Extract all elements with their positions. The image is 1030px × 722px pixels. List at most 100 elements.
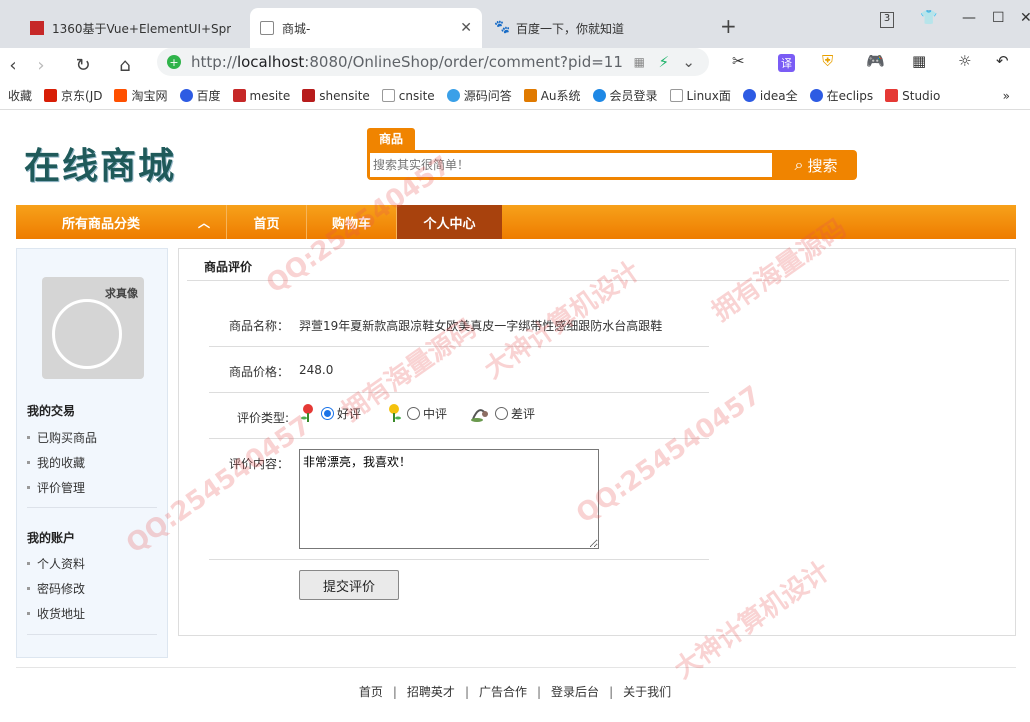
sidebar-item-reviews[interactable]: 评价管理 — [27, 479, 85, 496]
new-tab-icon[interactable]: + — [720, 14, 737, 38]
yellow-flower-icon — [389, 404, 401, 422]
sidebar-item-password[interactable]: 密码修改 — [27, 580, 85, 597]
radio-circle-medium[interactable] — [407, 406, 420, 420]
review-type-label: 评价类型: — [237, 411, 290, 425]
bullet-icon — [27, 562, 30, 565]
site-icon — [302, 89, 316, 102]
bookmark-item[interactable]: shensite — [302, 89, 370, 103]
radio-bad[interactable]: 差评 — [467, 403, 535, 423]
home-icon[interactable]: ⌂ — [112, 52, 138, 78]
footer-link-about[interactable]: 关于我们 — [623, 685, 671, 699]
close-window-icon[interactable]: ✕ — [1020, 10, 1030, 26]
more-bookmarks-icon[interactable]: » — [1003, 89, 1010, 103]
bookmark-item[interactable]: 在eclips — [809, 87, 874, 104]
bookmark-item[interactable]: 淘宝网 — [114, 87, 168, 104]
sidebar-item-favorites[interactable]: 我的收藏 — [27, 454, 85, 471]
brightness-icon[interactable]: ☼ — [958, 52, 971, 70]
sidebar-divider — [27, 634, 157, 635]
baidu-icon — [742, 89, 756, 102]
sidebar-item-address[interactable]: 收货地址 — [27, 605, 85, 622]
bookmark-label: Studio — [902, 88, 941, 103]
tab-title: 百度一下，你就知道 — [516, 21, 625, 36]
bookmark-item[interactable]: Studio — [885, 89, 940, 103]
gamepad-icon[interactable]: 🎮 — [866, 52, 885, 70]
nav-cart[interactable]: 购物车 — [306, 205, 396, 239]
qr-code-icon[interactable]: ▦ — [634, 55, 645, 69]
footer-link-admin[interactable]: 登录后台 — [551, 685, 599, 699]
close-tab-icon[interactable]: ✕ — [460, 20, 472, 36]
bookmark-item[interactable]: mesite — [232, 89, 290, 103]
shop-logo[interactable]: 在线商城 — [24, 137, 176, 189]
search-button[interactable]: ⌕ 搜索 — [775, 150, 857, 180]
bookmark-item[interactable]: Au系统 — [523, 87, 581, 104]
bookmark-item[interactable]: idea全 — [742, 87, 798, 104]
bookmark-label: Au系统 — [540, 89, 581, 103]
translate-icon[interactable]: 译 — [778, 54, 795, 72]
bookmark-item[interactable]: 百度 — [179, 87, 221, 104]
taobao-icon — [114, 89, 128, 102]
footer-link-home[interactable]: 首页 — [359, 685, 383, 699]
reload-icon[interactable]: ↻ — [70, 52, 96, 78]
footer-links: 首页 | 招聘英才 | 广告合作 | 登录后台 | 关于我们 — [0, 683, 1030, 700]
search-input[interactable] — [370, 153, 772, 177]
product-price-label: 商品价格： — [229, 365, 290, 379]
bookmark-item[interactable]: cnsite — [381, 89, 435, 103]
row-divider — [209, 438, 709, 439]
back-icon[interactable]: ‹ — [0, 52, 26, 78]
sidebar-item-purchased[interactable]: 已购买商品 — [27, 429, 97, 446]
sidebar-item-label: 我的收藏 — [37, 456, 86, 470]
bookmark-item[interactable]: 京东(JD — [44, 87, 102, 104]
radio-good[interactable]: 好评 — [299, 403, 361, 423]
product-price-value: 248.0 — [299, 363, 334, 377]
bookmark-label: 京东(JD — [61, 89, 103, 103]
browser-tab-2[interactable]: 商城- ✕ — [250, 8, 482, 48]
maximize-icon[interactable]: ☐ — [992, 10, 1005, 26]
main-nav: 所有商品分类 ︿ 首页 购物车 个人中心 — [16, 205, 1016, 239]
url-bar[interactable]: + http://localhost:8080/OnlineShop/order… — [157, 48, 709, 76]
browser-tab-3[interactable]: 🐾 百度一下，你就知道 — [484, 8, 716, 48]
nav-home[interactable]: 首页 — [226, 205, 306, 239]
category-menu[interactable]: 所有商品分类 ︿ — [16, 205, 226, 239]
footer-divider — [16, 667, 1016, 668]
apps-grid-icon[interactable]: ▦ — [912, 52, 926, 70]
footer-link-ads[interactable]: 广告合作 — [479, 685, 527, 699]
section-title-trades: 我的交易 — [27, 404, 76, 418]
bookmark-item[interactable]: 收藏 — [8, 87, 32, 104]
bookmark-item[interactable]: Linux面 — [669, 87, 731, 104]
tab-favicon-icon — [30, 21, 44, 35]
footer-separator: | — [537, 685, 542, 699]
sidebar-item-label: 收货地址 — [37, 607, 86, 621]
nav-user-center[interactable]: 个人中心 — [396, 205, 502, 239]
row-divider — [209, 346, 709, 347]
sidebar-item-label: 密码修改 — [37, 582, 86, 596]
tab-count-icon[interactable]: 3 — [880, 12, 894, 28]
radio-circle-bad[interactable] — [495, 406, 508, 420]
radio-circle-good[interactable] — [321, 406, 334, 420]
shield-icon[interactable]: ⛨ — [822, 52, 833, 70]
bullet-icon — [27, 587, 30, 590]
search-category-tab[interactable]: 商品 — [367, 128, 415, 150]
review-content-textarea[interactable]: 非常漂亮，我喜欢！ — [299, 449, 599, 549]
radio-medium[interactable]: 中评 — [385, 403, 447, 423]
shirt-icon[interactable]: 👕 — [920, 10, 937, 26]
undo-icon[interactable]: ↶ — [996, 52, 1009, 70]
url-path: :8080/OnlineShop/order/comment?pid=11 — [304, 53, 623, 71]
search-button-label: 搜索 — [807, 156, 838, 175]
sidebar-item-profile[interactable]: 个人资料 — [27, 555, 85, 572]
avatar-tag: 求真像 — [105, 287, 138, 300]
footer-link-jobs[interactable]: 招聘英才 — [407, 685, 455, 699]
forward-icon[interactable]: › — [28, 52, 54, 78]
bookmark-item[interactable]: 源码问答 — [446, 87, 512, 104]
sidebar-item-label: 评价管理 — [37, 481, 86, 495]
lightning-icon[interactable]: ⚡ — [658, 53, 669, 71]
bookmark-item[interactable]: 会员登录 — [592, 87, 658, 104]
minimize-icon[interactable]: — — [962, 10, 976, 26]
sidebar-divider — [27, 507, 157, 508]
site-icon — [523, 89, 537, 102]
cloud-icon — [592, 89, 606, 102]
scissors-icon[interactable]: ✂ — [732, 52, 745, 70]
dropdown-chevron-icon[interactable]: ⌄ — [682, 53, 695, 71]
browser-tab-1[interactable]: 1360基于Vue+ElementUI+Spr — [20, 8, 248, 48]
submit-review-button[interactable]: 提交评价 — [299, 570, 399, 600]
bookmark-label: 在eclips — [826, 89, 874, 103]
